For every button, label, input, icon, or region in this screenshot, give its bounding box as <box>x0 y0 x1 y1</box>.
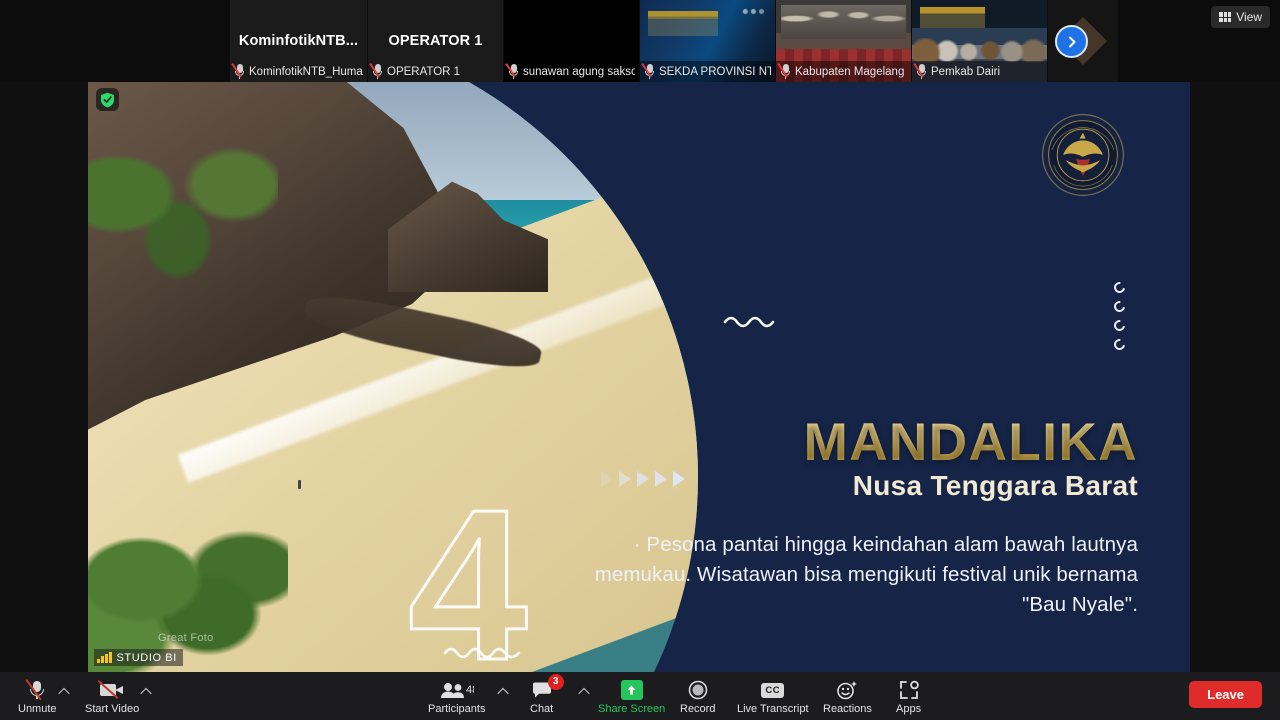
wave-squiggle-icon <box>723 312 775 330</box>
leave-meeting-button[interactable]: Leave <box>1189 681 1262 708</box>
thumbnail-sekda-provinsi-ntb[interactable]: SEKDA PROVINSI NTB <box>640 0 776 82</box>
ring-dot-icon <box>1112 337 1127 352</box>
thumbnail-footer: OPERATOR 1 <box>368 61 503 82</box>
slide-description: · Pesona pantai hingga keindahan alam ba… <box>568 530 1138 620</box>
thumbnail-name-tag: KominfotikNTB_Huma... <box>249 66 363 78</box>
live-transcript-button[interactable]: CC Live Transcript <box>737 679 809 716</box>
thumbnail-footer: Kabupaten Magelang <box>776 61 911 82</box>
garuda-emblem-icon <box>1040 112 1126 198</box>
mic-muted-icon <box>372 64 383 79</box>
unmute-label: Unmute <box>18 703 57 716</box>
audio-options-caret[interactable] <box>58 686 70 698</box>
start-video-label: Start Video <box>85 703 139 716</box>
next-thumbnails-button[interactable] <box>1055 25 1088 58</box>
wave-squiggle-icon <box>443 642 521 662</box>
thumbnail-footer: sunawan agung sakso... <box>504 61 639 82</box>
thumbnail-name-tag: SEKDA PROVINSI NTB <box>659 66 771 78</box>
strip-left-spacer <box>0 0 230 82</box>
studio-watermark: STUDIO BI <box>94 649 183 666</box>
foreground-shrubs <box>88 512 288 672</box>
ring-dot-icon <box>1112 280 1127 295</box>
record-circle-icon <box>688 679 708 701</box>
thumbnail-footer: KominfotikNTB_Huma... <box>230 61 367 82</box>
photo-credit: Great Foto <box>158 632 214 644</box>
circle-dots-decoration <box>1114 282 1125 350</box>
participant-thumbnail-strip: KominfotikNTB... KominfotikNTB_Huma... O… <box>0 0 1280 82</box>
thumbnail-kominfotik[interactable]: KominfotikNTB... KominfotikNTB_Huma... <box>230 0 368 82</box>
grid-view-icon <box>1219 12 1231 22</box>
person-on-beach <box>298 480 301 489</box>
chat-label: Chat <box>530 703 553 716</box>
record-button[interactable]: Record <box>680 679 715 716</box>
mic-muted-icon <box>234 64 245 79</box>
shield-check-icon <box>100 92 115 108</box>
record-label: Record <box>680 703 715 716</box>
apps-label: Apps <box>896 703 921 716</box>
mic-muted-icon <box>916 64 927 79</box>
studio-watermark-label: STUDIO BI <box>117 652 177 664</box>
thumbnail-operator-1[interactable]: OPERATOR 1 OPERATOR 1 <box>368 0 504 82</box>
view-button-label: View <box>1236 10 1262 24</box>
ring-dot-icon <box>1112 299 1127 314</box>
thumbnail-name-tag: Kabupaten Magelang <box>795 66 904 78</box>
share-arrow-up-icon <box>621 679 643 701</box>
slide-title: MANDALIKA <box>648 412 1138 473</box>
mic-muted-icon <box>28 679 46 701</box>
shared-screen-content: Great Foto 4 <box>88 82 1190 672</box>
encryption-status-badge[interactable] <box>96 88 119 111</box>
camera-off-icon <box>100 679 124 701</box>
share-screen-label: Share Screen <box>598 703 665 716</box>
start-video-button[interactable]: Start Video <box>85 679 139 716</box>
thumbnail-pemkab-dairi[interactable]: Pemkab Dairi <box>912 0 1048 82</box>
participants-options-caret[interactable] <box>497 686 509 698</box>
zoom-meeting-window: KominfotikNTB... KominfotikNTB_Huma... O… <box>0 0 1280 720</box>
signal-bars-icon <box>97 652 112 663</box>
view-button[interactable]: View <box>1211 6 1270 28</box>
thumbnail-name-tag: sunawan agung sakso... <box>523 66 635 78</box>
reactions-label: Reactions <box>823 703 872 716</box>
reactions-button[interactable]: Reactions <box>823 679 872 716</box>
apps-brackets-icon <box>898 679 920 701</box>
participants-label: Participants <box>428 703 485 716</box>
mic-muted-icon <box>644 64 655 79</box>
thumbnail-name-tag: Pemkab Dairi <box>931 66 1000 78</box>
chat-button[interactable]: 3 Chat <box>530 679 553 716</box>
thumbnail-sunawan[interactable]: sunawan agung sakso... <box>504 0 640 82</box>
smiley-sparkle-icon <box>836 679 858 701</box>
thumbnail-kabupaten-magelang[interactable]: Kabupaten Magelang <box>776 0 912 82</box>
slide-subtitle: Nusa Tenggara Barat <box>648 470 1138 502</box>
participants-count: 48 <box>466 684 474 696</box>
cc-icon: CC <box>761 679 784 701</box>
ring-dot-icon <box>1112 318 1127 333</box>
thumbnail-name-tag: OPERATOR 1 <box>387 66 460 78</box>
video-options-caret[interactable] <box>140 686 152 698</box>
participants-button[interactable]: 48 Participants <box>428 679 485 716</box>
thumbnail-display-name: KominfotikNTB... <box>230 33 367 49</box>
chat-bubble-icon: 3 <box>532 679 552 701</box>
mic-muted-icon <box>508 64 519 79</box>
people-icon: 48 <box>440 679 474 701</box>
thumbnail-footer: Pemkab Dairi <box>912 61 1047 82</box>
mic-muted-icon <box>780 64 791 79</box>
chevron-right-icon <box>1065 35 1079 49</box>
unmute-button[interactable]: Unmute <box>18 679 57 716</box>
cliff-vegetation <box>88 122 278 302</box>
thumbnail-footer: SEKDA PROVINSI NTB <box>640 61 775 82</box>
chat-options-caret[interactable] <box>578 686 590 698</box>
meeting-toolbar: Unmute Start Video 48 Participants <box>0 672 1280 720</box>
chat-unread-badge: 3 <box>548 674 564 690</box>
apps-button[interactable]: Apps <box>896 679 921 716</box>
thumbnail-display-name: OPERATOR 1 <box>368 33 503 49</box>
share-screen-button[interactable]: Share Screen <box>598 679 665 716</box>
live-transcript-label: Live Transcript <box>737 703 809 716</box>
